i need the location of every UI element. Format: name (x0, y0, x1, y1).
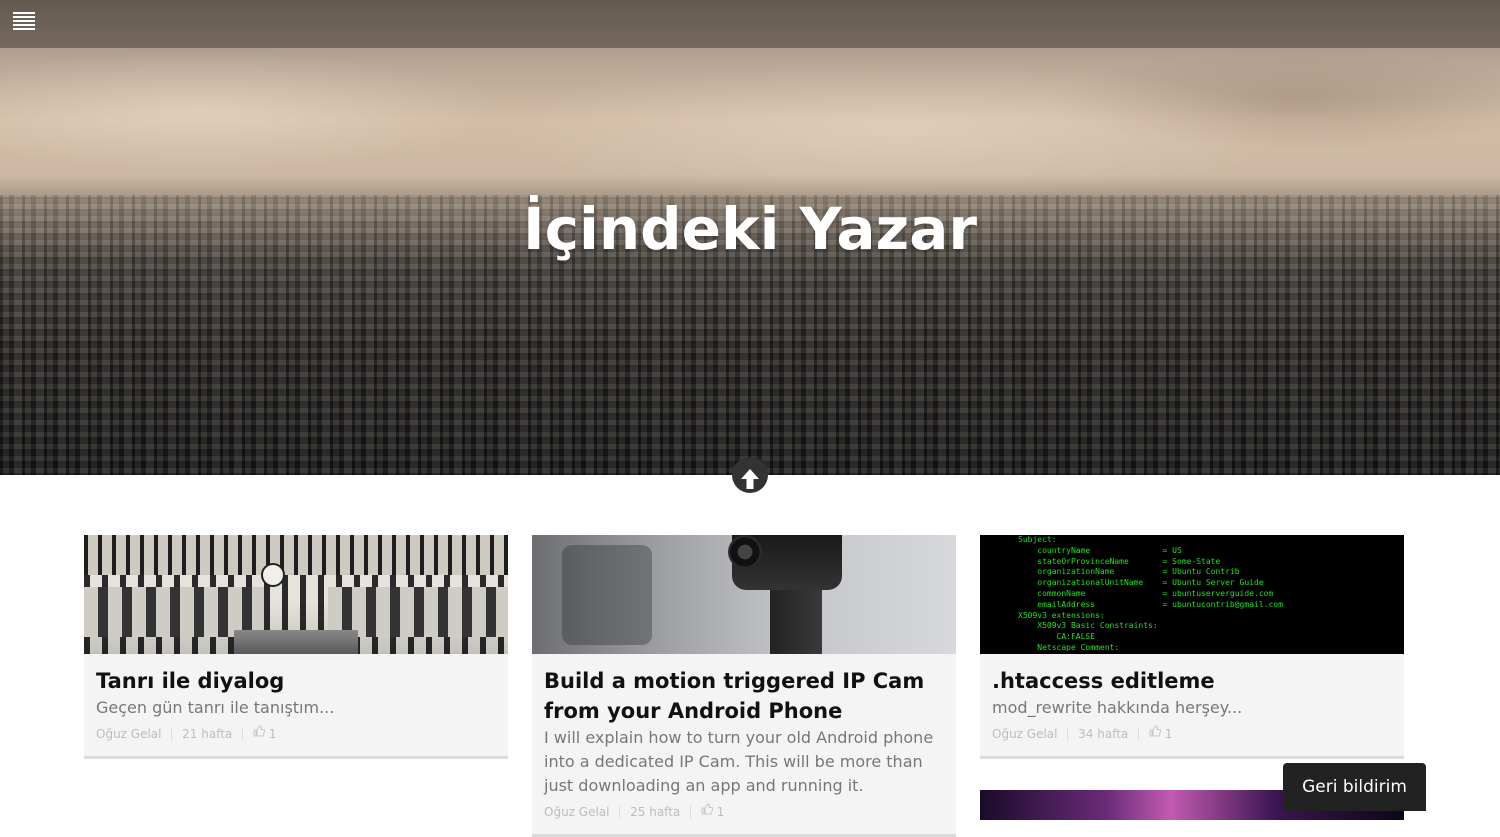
post-age: 21 hafta (182, 726, 233, 741)
post-excerpt: Geçen gün tanrı ile tanıştım... (96, 698, 335, 717)
sky-background (0, 40, 1500, 210)
post-title[interactable]: Build a motion triggered IP Cam from you… (544, 666, 944, 726)
like-button[interactable]: 1 (701, 802, 724, 821)
post-author[interactable]: Oğuz Gelal (96, 725, 161, 743)
clock-icon (261, 563, 285, 587)
post-card[interactable]: Tanrı ile diyalog Geçen gün tanrı ile ta… (84, 535, 508, 759)
like-count: 1 (716, 804, 725, 819)
feedback-button[interactable]: Geri bildirim (1283, 763, 1426, 811)
ip-camera-image[interactable] (532, 535, 956, 654)
hamburger-menu-icon[interactable] (13, 12, 35, 32)
post-title[interactable]: Tanrı ile diyalog (96, 666, 496, 696)
like-count: 1 (1164, 726, 1173, 741)
post-title[interactable]: .htaccess editleme (992, 666, 1392, 696)
like-button[interactable]: 1 (253, 724, 276, 743)
post-meta: Oğuz Gelal 34 hafta 1 (992, 724, 1392, 742)
post-age: 34 hafta (1078, 726, 1129, 741)
train-station-image[interactable] (84, 535, 508, 654)
post-author[interactable]: Oğuz Gelal (992, 725, 1057, 743)
thumbs-up-icon (701, 803, 714, 815)
post-excerpt: mod_rewrite hakkında herşey... (992, 698, 1243, 717)
post-excerpt: I will explain how to turn your old Andr… (544, 728, 934, 795)
top-bar (0, 0, 1500, 48)
post-author[interactable]: Oğuz Gelal (544, 803, 609, 821)
post-card[interactable]: Build a motion triggered IP Cam from you… (532, 535, 956, 837)
site-title: İçindeki Yazar (523, 195, 977, 263)
arrow-up-icon (741, 468, 759, 489)
post-meta: Oğuz Gelal 25 hafta 1 (544, 802, 944, 820)
terminal-output-image[interactable]: Subject: countryName = US stateOrProvinc… (980, 535, 1404, 654)
post-meta: Oğuz Gelal 21 hafta 1 (96, 724, 496, 742)
terminal-text: Subject: countryName = US stateOrProvinc… (1018, 535, 1283, 652)
post-age: 25 hafta (630, 804, 681, 819)
post-card[interactable]: Subject: countryName = US stateOrProvinc… (980, 535, 1404, 759)
thumbs-up-icon (1149, 725, 1162, 737)
scroll-up-button[interactable] (732, 457, 768, 493)
hero-banner: İçindeki Yazar (0, 0, 1500, 475)
thumbs-up-icon (253, 725, 266, 737)
like-button[interactable]: 1 (1149, 724, 1172, 743)
like-count: 1 (268, 726, 277, 741)
